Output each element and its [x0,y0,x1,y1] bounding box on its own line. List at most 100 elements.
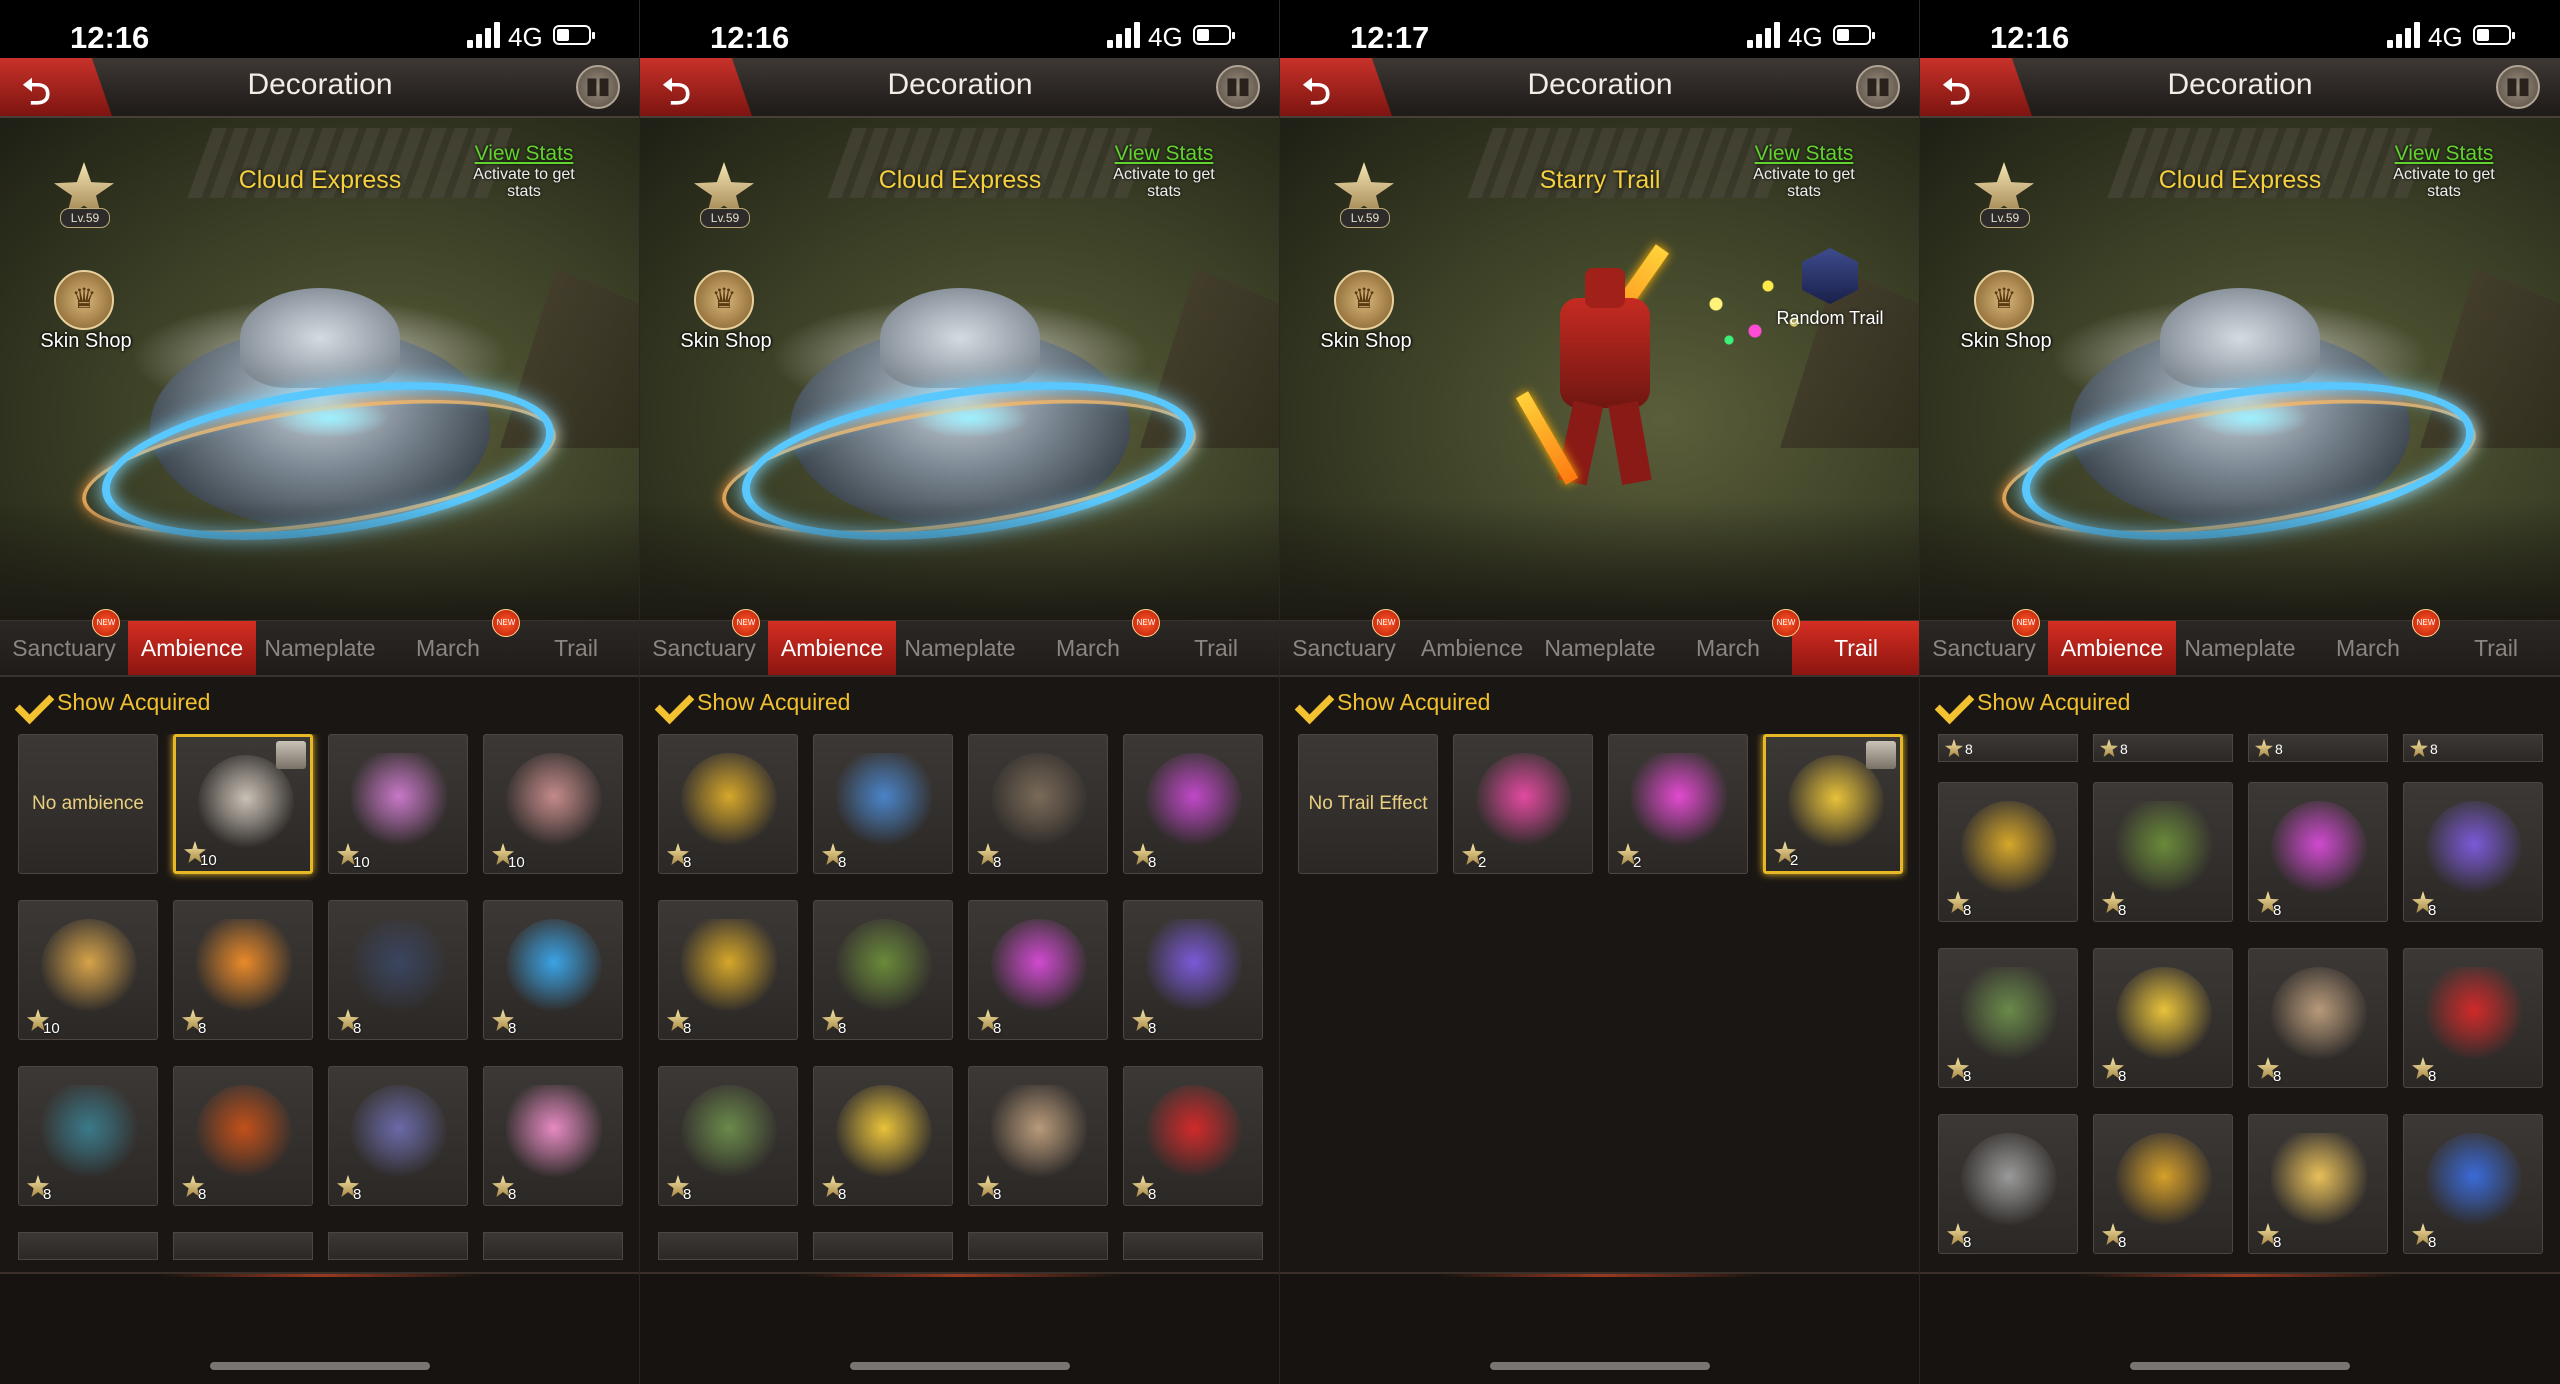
signal-icon [467,22,501,48]
skin-shop-button[interactable]: ♛ Skin Shop [1316,270,1416,352]
decoration-thumbnail [1476,753,1572,849]
tab-trail[interactable]: Trail [1152,621,1279,675]
bottom-bar [640,1272,1279,1384]
decoration-item[interactable]: 8 [173,1066,313,1206]
no-effect-option[interactable]: No Trail Effect [1298,734,1438,874]
skin-shop-button[interactable]: ♛ Skin Shop [36,270,136,352]
tab-nameplate[interactable]: Nameplate [256,621,384,675]
new-badge: NEW [1132,609,1160,637]
status-bar: 12:16 4G [1920,0,2560,58]
decoration-item[interactable]: 8 [1938,948,2078,1088]
decoration-item[interactable]: 10 [18,900,158,1040]
decoration-item[interactable]: 8 [968,734,1108,874]
grid-item-partial[interactable]: 8 [2403,734,2543,762]
view-stats-link[interactable]: View Stats [464,142,584,166]
decoration-item[interactable]: 10 [173,734,313,874]
decoration-item[interactable]: 8 [2093,1114,2233,1254]
item-count: 8 [198,1186,207,1203]
decoration-thumbnail [836,753,932,849]
decoration-item[interactable]: 8 [2248,1114,2388,1254]
decoration-item[interactable]: 8 [483,900,623,1040]
tab-nameplate[interactable]: Nameplate [896,621,1024,675]
decoration-item[interactable]: 8 [1938,1114,2078,1254]
tab-ambience[interactable]: Ambience [1408,621,1536,675]
tab-trail[interactable]: Trail [512,621,639,675]
decoration-item[interactable]: 8 [1123,900,1263,1040]
decoration-item[interactable]: 8 [1123,734,1263,874]
item-count: 8 [1963,1234,1972,1251]
stats-chart-button[interactable]: ▮▮ [576,65,620,109]
decoration-item[interactable]: 8 [2403,1114,2543,1254]
tab-trail[interactable]: Trail [2432,621,2560,675]
decoration-item[interactable]: 8 [968,1066,1108,1206]
decoration-item[interactable]: 8 [1123,1066,1263,1206]
decoration-item[interactable]: 10 [483,734,623,874]
decoration-item[interactable]: 8 [813,1066,953,1206]
decoration-item[interactable]: 8 [173,900,313,1040]
decoration-item[interactable]: 8 [2403,948,2543,1088]
decoration-item[interactable]: 8 [2248,948,2388,1088]
decoration-item[interactable]: 8 [483,1066,623,1206]
stats-chart-button[interactable]: ▮▮ [2496,65,2540,109]
skin-shop-button[interactable]: ♛ Skin Shop [1956,270,2056,352]
stats-chart-button[interactable]: ▮▮ [1216,65,1260,109]
decoration-item[interactable]: 10 [328,734,468,874]
random-trail-button[interactable]: Random Trail [1770,248,1890,329]
view-stats-link[interactable]: View Stats [2384,142,2504,166]
decoration-item[interactable]: 8 [813,900,953,1040]
grid-item-partial[interactable]: 8 [2093,734,2233,762]
grid-item-partial[interactable] [328,1232,468,1260]
tab-trail[interactable]: Trail [1792,621,1919,675]
decoration-item[interactable]: 8 [2093,782,2233,922]
item-count: 8 [2428,1234,2437,1251]
random-trail-icon [1802,248,1858,304]
grid-item-partial[interactable] [1123,1232,1263,1260]
grid-item-partial[interactable] [813,1232,953,1260]
grid-item-partial[interactable] [483,1232,623,1260]
checkmark-icon [1934,684,1972,718]
mech-torso [1560,298,1650,408]
network-label: 4G [1148,22,1183,52]
home-indicator[interactable] [2130,1362,2350,1370]
decoration-item[interactable]: 8 [968,900,1108,1040]
grid-item-partial[interactable] [658,1232,798,1260]
decoration-item[interactable]: 8 [658,734,798,874]
grid-item-partial[interactable]: 8 [1938,734,2078,762]
tab-ambience[interactable]: Ambience [2048,621,2176,675]
no-effect-option[interactable]: No ambience [18,734,158,874]
decoration-item[interactable]: 8 [2403,782,2543,922]
decoration-item[interactable]: 8 [2248,782,2388,922]
item-count: 8 [43,1186,52,1203]
stats-chart-button[interactable]: ▮▮ [1856,65,1900,109]
tab-nameplate[interactable]: Nameplate [1536,621,1664,675]
tab-ambience[interactable]: Ambience [768,621,896,675]
home-indicator[interactable] [850,1362,1070,1370]
helmet-icon: ♛ [1991,283,2017,314]
tab-nameplate[interactable]: Nameplate [2176,621,2304,675]
page-title: Decoration [1527,68,1673,101]
home-indicator[interactable] [210,1362,430,1370]
decoration-grid: No ambience 10 10 10 10 8 8 8 8 8 8 8 [18,734,628,1270]
decoration-item[interactable]: 8 [813,734,953,874]
decoration-item[interactable]: 8 [2093,948,2233,1088]
view-stats-link[interactable]: View Stats [1744,142,1864,166]
skin-shop-label: Skin Shop [1320,330,1412,352]
decoration-item[interactable]: 8 [328,900,468,1040]
decoration-item[interactable]: 8 [328,1066,468,1206]
decoration-item[interactable]: 2 [1763,734,1903,874]
grid-item-partial[interactable] [968,1232,1108,1260]
grid-item-partial[interactable] [18,1232,158,1260]
decoration-item[interactable]: 8 [18,1066,158,1206]
tab-ambience[interactable]: Ambience [128,621,256,675]
decoration-item[interactable]: 8 [658,1066,798,1206]
decoration-item[interactable]: 2 [1608,734,1748,874]
decoration-item[interactable]: 8 [658,900,798,1040]
grid-item-partial[interactable]: 8 [2248,734,2388,762]
home-indicator[interactable] [1490,1362,1710,1370]
grid-item-partial[interactable] [173,1232,313,1260]
skin-shop-button[interactable]: ♛ Skin Shop [676,270,776,352]
decoration-item[interactable]: 2 [1453,734,1593,874]
decoration-item[interactable]: 8 [1938,782,2078,922]
view-stats-link[interactable]: View Stats [1104,142,1224,166]
new-badge: NEW [1372,609,1400,637]
